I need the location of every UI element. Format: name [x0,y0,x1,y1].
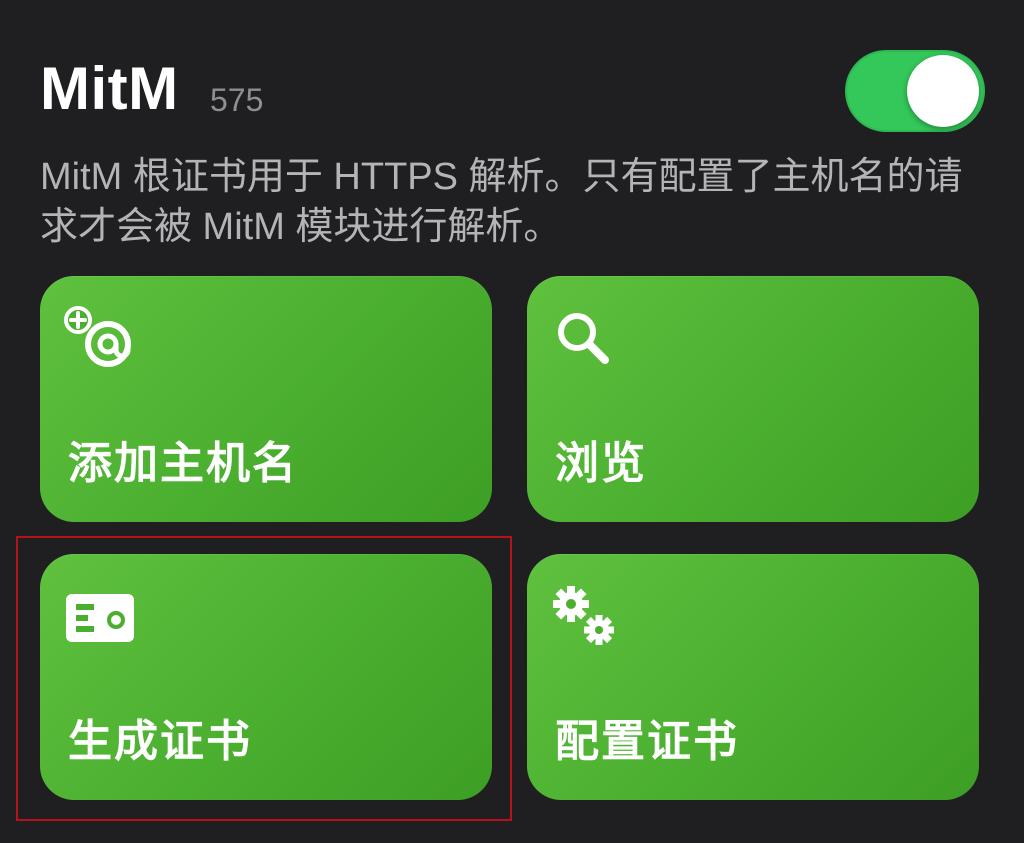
tile-label: 配置证书 [555,717,739,766]
mitm-settings-page: MitM 575 MitM 根证书用于 HTTPS 解析。只有配置了主机名的请求… [0,0,1024,843]
add-hostname-button[interactable]: 添加主机名 [40,276,492,522]
gears-icon [553,586,614,645]
mitm-toggle[interactable] [845,50,985,132]
add-at-icon [64,306,131,367]
generate-certificate-button[interactable]: 生成证书 [40,554,492,800]
toggle-knob [907,55,979,127]
search-icon [558,313,609,364]
description-text: MitM 根证书用于 HTTPS 解析。只有配置了主机名的请求才会被 MitM … [40,156,963,248]
tile-label: 生成证书 [68,717,252,766]
tile-label: 添加主机名 [68,439,298,488]
page-title: MitM [40,55,179,122]
configure-certificate-button[interactable]: 配置证书 [527,554,979,800]
tile-label: 浏览 [555,439,647,488]
count-badge: 575 [210,82,264,118]
browse-button[interactable]: 浏览 [527,276,979,522]
certificate-card-icon [66,594,134,642]
